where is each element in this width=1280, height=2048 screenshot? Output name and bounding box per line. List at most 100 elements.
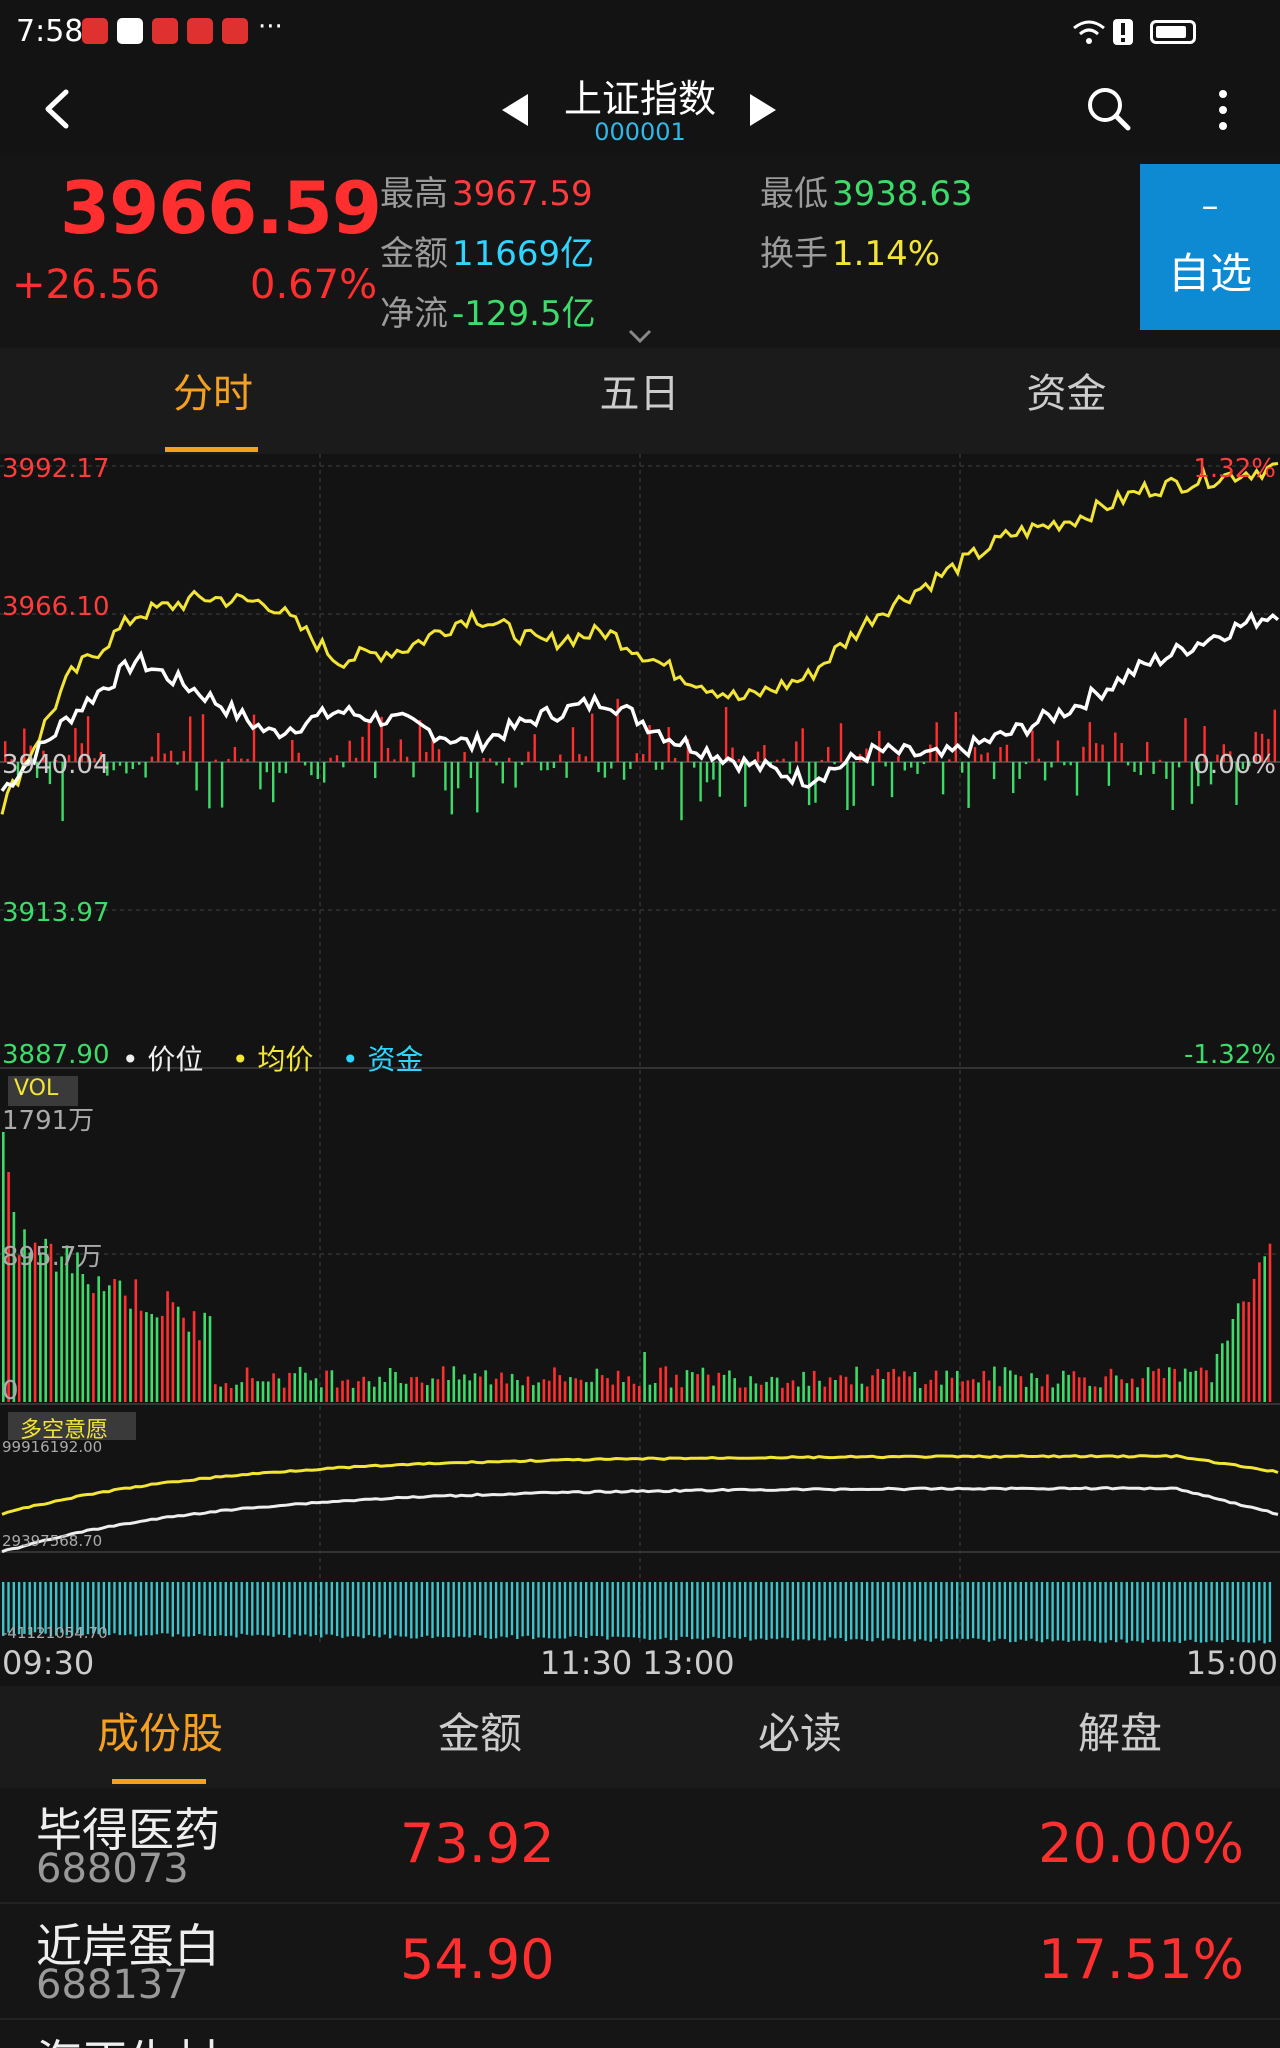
volume-bar (404, 1383, 408, 1402)
fund-flow-bar (201, 714, 205, 762)
fund-flow-bar (220, 761, 224, 808)
indicator-bar (463, 1582, 466, 1637)
indicator-bar (812, 1582, 816, 1639)
indicator-bar (929, 1582, 932, 1642)
tab-analysis[interactable]: 解盘 (960, 1686, 1280, 1788)
tab-must-read[interactable]: 必读 (640, 1686, 960, 1788)
header: 上证指数 000001 (0, 64, 1280, 156)
tab-five-day[interactable]: 五日 (426, 348, 853, 454)
vol-label[interactable]: VOL (14, 1076, 58, 1101)
fund-flow-bar (693, 761, 696, 768)
indicator-bar (203, 1582, 206, 1636)
volume-bar (945, 1370, 948, 1402)
add-watchlist-button[interactable]: – 自选 (1140, 164, 1280, 330)
indicator-bar (479, 1582, 482, 1636)
stock-row[interactable]: 海正生材 (0, 2020, 1280, 2048)
y-tick-mid-down: 3913.97 (2, 898, 110, 928)
fund-flow-bar (744, 761, 747, 807)
fund-flow-bar (157, 733, 160, 762)
indicator-bar (940, 1582, 943, 1642)
volume-bar (1157, 1368, 1160, 1402)
indicator-bar (526, 1582, 530, 1636)
indicator-bar (696, 1582, 699, 1639)
stock-row[interactable]: 毕得医药 688073 73.92 20.00% (0, 1788, 1280, 1904)
volume-bar (1014, 1374, 1017, 1402)
volume-bar (1173, 1368, 1176, 1402)
volume-bar (473, 1373, 477, 1402)
volume-bar (494, 1378, 498, 1402)
intraday-chart[interactable]: 3992.17 1.32% 3966.10 3940.04 0.00% 3913… (0, 454, 1280, 1644)
next-index-button[interactable] (748, 92, 778, 128)
indicator-bar (765, 1582, 768, 1640)
fund-flow-bar (278, 761, 281, 773)
volume-bar (1077, 1377, 1081, 1402)
indicator-bar (611, 1582, 614, 1637)
volume-bar (532, 1385, 535, 1402)
indicator-bar (1252, 1582, 1256, 1643)
volume-bar (394, 1372, 397, 1402)
tab-amount[interactable]: 金额 (320, 1686, 640, 1788)
more-menu-button[interactable] (1208, 86, 1238, 134)
indicator-bar (410, 1582, 413, 1639)
volume-bar (224, 1383, 228, 1402)
watch-dash: – (1201, 186, 1219, 226)
volume-bar (171, 1302, 175, 1402)
indicator-bar (569, 1582, 572, 1637)
tab-constituents[interactable]: 成份股 (0, 1686, 320, 1788)
fund-flow-bar (827, 746, 830, 762)
fund-flow-bar (986, 752, 989, 762)
volume-bar (706, 1374, 710, 1402)
fund-flow-bar (527, 751, 530, 762)
price-change-pct: 0.67% (250, 262, 378, 308)
tab-intraday[interactable]: 分时 (0, 348, 426, 454)
fund-flow-bar (833, 761, 836, 765)
expand-chevron-icon[interactable] (628, 328, 652, 344)
indicator-bar (235, 1582, 238, 1638)
volume-bar (39, 1252, 42, 1402)
fund-flow-bar (1126, 761, 1130, 766)
volume-bar (1252, 1278, 1256, 1402)
indicator-bar (1014, 1582, 1017, 1642)
indicator-bar (510, 1582, 514, 1636)
indicator-bar (473, 1582, 477, 1636)
volume-bar (60, 1256, 63, 1402)
tab-funds[interactable]: 资金 (853, 348, 1280, 454)
volume-bar (1199, 1367, 1203, 1402)
volume-bar (664, 1366, 668, 1402)
volume-bar (479, 1376, 482, 1402)
indicator-bar (145, 1582, 148, 1636)
prev-index-button[interactable] (500, 92, 530, 128)
back-button[interactable] (36, 84, 86, 134)
fund-flow-bar (189, 716, 192, 762)
fund-flow-bar (584, 756, 587, 762)
indicator-bar (977, 1582, 980, 1639)
fund-flow-bar (1133, 761, 1136, 772)
indicator-bar (1003, 1582, 1007, 1640)
volume-bar (357, 1381, 360, 1402)
fund-flow-bar (1050, 761, 1053, 768)
volume-bar (92, 1293, 95, 1402)
indicator-bar (537, 1582, 540, 1638)
volume-bar (807, 1385, 811, 1402)
volume-bar (134, 1279, 138, 1402)
fund-flow-bar (131, 761, 134, 770)
indicator-bar (563, 1582, 567, 1639)
fund-flow-bar (820, 759, 823, 762)
indicator-bar (616, 1582, 620, 1637)
volume-bar (272, 1373, 275, 1402)
indicator-bar (335, 1582, 339, 1637)
volume-bar (383, 1382, 387, 1402)
indicator-bar (293, 1582, 296, 1635)
volume-bar (1146, 1367, 1150, 1402)
fund-flow-bar (233, 747, 237, 762)
indicator-bar (622, 1582, 625, 1638)
indicator-bar (1072, 1582, 1075, 1641)
volume-bar (229, 1388, 233, 1402)
stock-row[interactable]: 近岸蛋白 688137 54.90 17.51% (0, 1904, 1280, 2020)
more-notifications-icon: ··· (258, 12, 283, 42)
indicator-bar (240, 1582, 243, 1634)
volume-bar (362, 1376, 365, 1402)
volume-bar (1268, 1243, 1272, 1402)
search-button[interactable] (1084, 84, 1134, 134)
volume-bar (192, 1311, 196, 1402)
